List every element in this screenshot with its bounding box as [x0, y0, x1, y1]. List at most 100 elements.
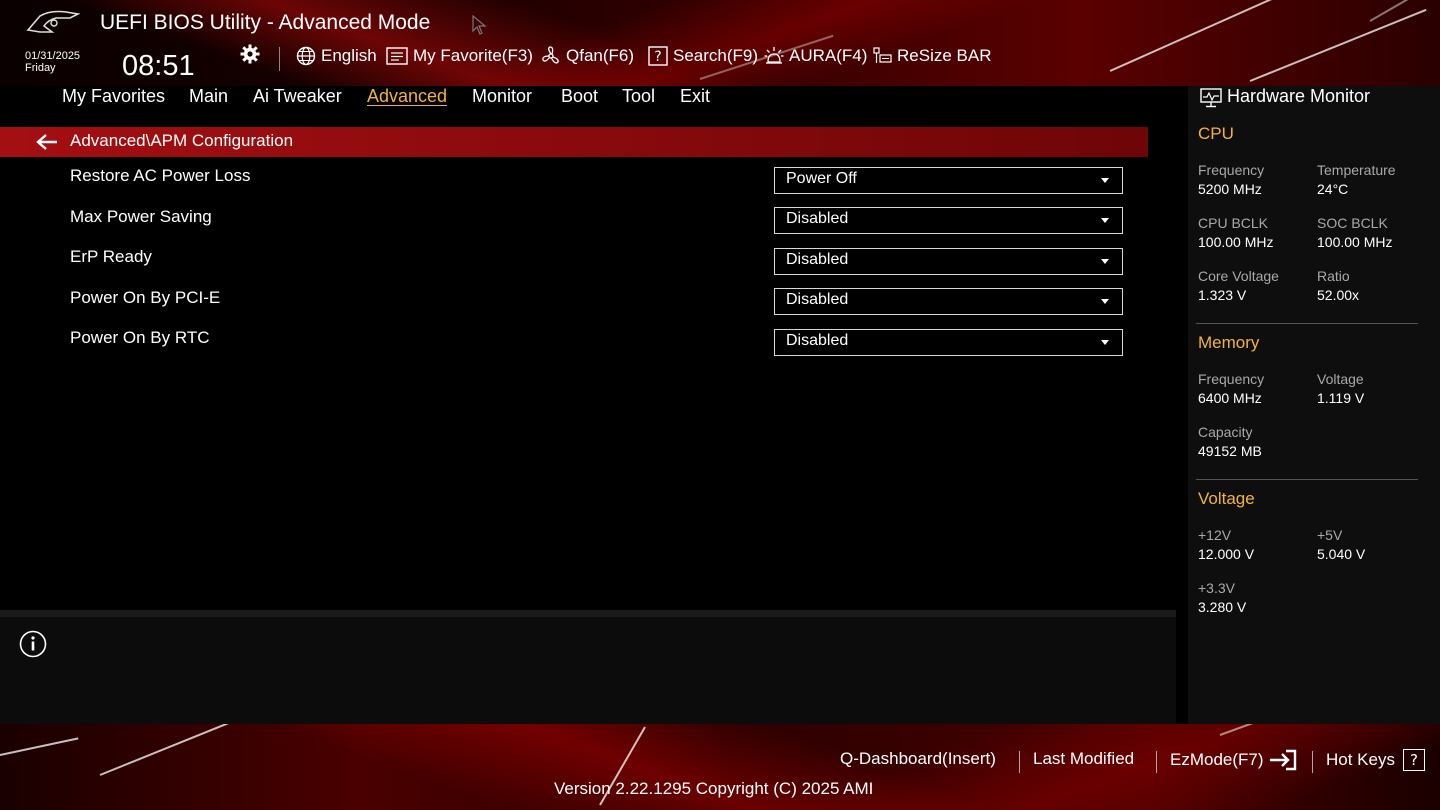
toolbar-separator — [279, 47, 280, 71]
app-title: UEFI BIOS Utility - Advanced Mode — [100, 11, 431, 34]
cpu-temperature-label: Temperature — [1317, 162, 1396, 178]
tab-exit[interactable]: Exit — [680, 86, 710, 107]
soc-bclk-value: 100.00 MHz — [1317, 234, 1393, 250]
fan-icon — [542, 46, 559, 64]
version-text: Version 2.22.1295 Copyright (C) 2025 AMI — [554, 779, 874, 798]
tab-monitor[interactable]: Monitor — [472, 86, 532, 107]
setting-dropdown-restore-ac-power-loss[interactable]: Power Off — [774, 167, 1123, 194]
language-button[interactable]: English — [296, 46, 377, 66]
exit-arrow-icon — [1269, 749, 1296, 771]
cpu-frequency-value: 5200 MHz — [1198, 181, 1262, 197]
ratio-label: Ratio — [1317, 268, 1350, 284]
caret-down-icon — [1101, 259, 1109, 264]
setting-label-power-on-by-rtc: Power On By RTC — [70, 328, 210, 347]
search-help-icon: ? — [648, 46, 668, 66]
monitor-icon — [1200, 88, 1222, 108]
voltage-heading: Voltage — [1198, 489, 1255, 508]
tab-ai-tweaker[interactable]: Ai Tweaker — [253, 86, 342, 107]
cpu-bclk-label: CPU BCLK — [1198, 215, 1269, 231]
hot-keys-button[interactable]: Hot Keys ? — [1326, 749, 1425, 771]
last-modified-button[interactable]: Last Modified — [1033, 749, 1134, 769]
cpu-frequency-label: Frequency — [1198, 162, 1265, 178]
setting-label-max-power-saving: Max Power Saving — [70, 207, 212, 226]
help-question-icon: ? — [1402, 749, 1425, 771]
aura-button[interactable]: AURA(F4) — [764, 46, 867, 66]
v33-label: +3.3V — [1198, 580, 1235, 596]
q-dashboard-button[interactable]: Q-Dashboard(Insert) — [840, 749, 996, 769]
resize-bar-button[interactable]: ReSize BAR — [872, 46, 991, 66]
my-favorite-button[interactable]: My Favorite(F3) — [386, 46, 533, 66]
tab-my-favorites[interactable]: My Favorites — [62, 86, 165, 107]
caret-down-icon — [1101, 340, 1109, 345]
day-text: Friday — [25, 62, 56, 74]
footer-separator — [1019, 751, 1020, 773]
tab-tool[interactable]: Tool — [622, 86, 655, 107]
v5-value: 5.040 V — [1317, 546, 1366, 562]
tab-advanced[interactable]: Advanced — [367, 86, 447, 107]
cpu-bclk-value: 100.00 MHz — [1198, 234, 1274, 250]
svg-text:?: ? — [654, 49, 661, 65]
ezmode-button[interactable]: EzMode(F7) — [1170, 749, 1298, 771]
back-arrow-icon[interactable] — [36, 133, 58, 151]
core-voltage-value: 1.323 V — [1198, 287, 1247, 303]
memory-voltage-value: 1.119 V — [1317, 390, 1365, 406]
memory-capacity-label: Capacity — [1198, 424, 1253, 440]
setting-label-restore-ac-power-loss: Restore AC Power Loss — [70, 166, 251, 185]
my-favorite-label: My Favorite(F3) — [413, 46, 533, 65]
aura-light-icon — [764, 47, 784, 64]
divider — [1196, 479, 1418, 480]
qfan-button[interactable]: Qfan(F6) — [541, 46, 634, 66]
memory-heading: Memory — [1198, 333, 1260, 352]
qfan-label: Qfan(F6) — [566, 46, 635, 65]
cpu-temperature-value: 24°C — [1317, 181, 1349, 197]
setting-dropdown-power-on-by-rtc[interactable]: Disabled — [774, 329, 1123, 356]
help-description-area — [0, 617, 1176, 724]
ratio-value: 52.00x — [1317, 287, 1360, 303]
setting-dropdown-power-on-by-pci-e[interactable]: Disabled — [774, 288, 1123, 315]
breadcrumb: Advanced\APM Configuration — [70, 131, 294, 150]
setting-label-erp-ready: ErP Ready — [70, 247, 152, 266]
favorite-list-icon — [386, 47, 408, 65]
v12-label: +12V — [1198, 527, 1232, 543]
dropdown-value: Disabled — [786, 291, 849, 308]
setting-dropdown-max-power-saving[interactable]: Disabled — [774, 207, 1123, 234]
tab-main[interactable]: Main — [189, 86, 228, 107]
info-icon — [19, 630, 47, 658]
rog-logo — [26, 10, 80, 33]
caret-down-icon — [1101, 178, 1109, 183]
divider — [1196, 323, 1418, 324]
caret-down-icon — [1101, 299, 1109, 304]
footer-separator — [1156, 751, 1157, 773]
resize-bar-icon — [873, 47, 892, 63]
footer-separator — [1312, 751, 1313, 773]
date-text: 01/31/2025 — [25, 50, 81, 62]
search-label: Search(F9) — [673, 46, 759, 65]
mouse-cursor-icon — [472, 15, 487, 35]
hardware-monitor-title: Hardware Monitor — [1227, 86, 1371, 106]
cpu-heading: CPU — [1198, 124, 1234, 143]
v5-label: +5V — [1317, 527, 1343, 543]
dropdown-value: Disabled — [786, 251, 849, 268]
date-display: 01/31/2025 Friday — [25, 50, 80, 74]
memory-frequency-label: Frequency — [1198, 371, 1265, 387]
clock: 08:51 — [122, 50, 195, 82]
decor-streak — [0, 737, 79, 756]
divider — [0, 610, 1176, 617]
v12-value: 12.000 V — [1198, 546, 1255, 562]
ezmode-label: EzMode(F7) — [1170, 750, 1264, 769]
setting-label-power-on-by-pci-e: Power On By PCI-E — [70, 288, 221, 307]
dropdown-value: Disabled — [786, 332, 849, 349]
setting-dropdown-erp-ready[interactable]: Disabled — [774, 248, 1123, 275]
dropdown-value: Disabled — [786, 210, 849, 227]
globe-icon — [296, 46, 316, 66]
hot-keys-label: Hot Keys — [1326, 750, 1395, 769]
caret-down-icon — [1101, 218, 1109, 223]
decor-streak — [1109, 0, 1294, 72]
tab-boot[interactable]: Boot — [561, 86, 598, 107]
settings-gear-icon[interactable] — [240, 44, 260, 64]
aura-label: AURA(F4) — [789, 46, 868, 65]
search-button[interactable]: ? Search(F9) — [648, 46, 758, 66]
memory-voltage-label: Voltage — [1317, 371, 1364, 387]
v33-value: 3.280 V — [1198, 599, 1247, 615]
decor-streak — [1249, 8, 1427, 82]
